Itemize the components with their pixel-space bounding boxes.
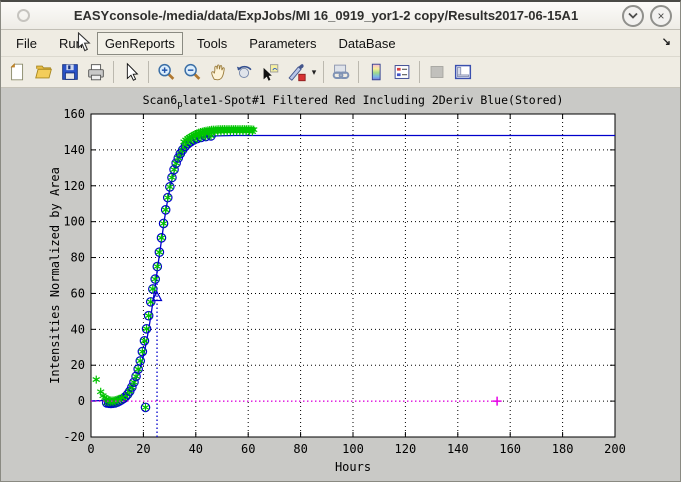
toolbar-separator	[113, 61, 114, 83]
zoom-out-button[interactable]	[179, 59, 205, 85]
svg-text:140: 140	[63, 143, 85, 157]
toolbar-separator	[419, 61, 420, 83]
svg-text:Scan6plate1-Spot#1 Filtered Re: Scan6plate1-Spot#1 Filtered Red Includin…	[143, 93, 564, 110]
toolbar-separator	[323, 61, 324, 83]
print-figure-button[interactable]	[83, 59, 109, 85]
svg-text:40: 40	[189, 442, 203, 456]
svg-text:100: 100	[63, 215, 85, 229]
dock-figure-icon[interactable]: ↘	[662, 35, 671, 48]
hide-plot-tools-icon	[426, 61, 448, 83]
link-chain-icon	[330, 61, 352, 83]
printer-icon	[85, 61, 107, 83]
svg-text:100: 100	[342, 442, 364, 456]
brush-dropdown-icon[interactable]: ▾	[309, 67, 319, 78]
show-plot-tools-button[interactable]	[450, 59, 476, 85]
open-folder-icon	[33, 61, 55, 83]
zoom-in-icon	[155, 61, 177, 83]
minimize-button[interactable]	[622, 5, 644, 27]
save-figure-button[interactable]	[57, 59, 83, 85]
brush-icon	[285, 61, 307, 83]
menubar: File Run GenReports Tools Parameters Dat…	[1, 30, 680, 57]
data-cursor-button[interactable]	[257, 59, 283, 85]
save-icon	[59, 61, 81, 83]
show-plot-tools-icon	[452, 61, 474, 83]
svg-text:Intensities Normalized by Area: Intensities Normalized by Area	[48, 167, 62, 384]
hide-plot-tools-button[interactable]	[424, 59, 450, 85]
window-menu-icon[interactable]	[17, 9, 30, 22]
svg-text:140: 140	[447, 442, 469, 456]
svg-text:120: 120	[395, 442, 417, 456]
svg-text:0: 0	[87, 442, 94, 456]
rotate-icon	[233, 61, 255, 83]
svg-text:40: 40	[71, 322, 85, 336]
svg-text:80: 80	[293, 442, 307, 456]
svg-text:20: 20	[71, 358, 85, 372]
menu-file[interactable]: File	[8, 32, 45, 55]
figure-toolbar: ▾	[1, 57, 680, 88]
brush-button[interactable]	[283, 59, 309, 85]
svg-text:160: 160	[499, 442, 521, 456]
menu-database[interactable]: DataBase	[330, 32, 403, 55]
new-figure-icon	[7, 61, 29, 83]
pan-button[interactable]	[205, 59, 231, 85]
svg-text:160: 160	[63, 107, 85, 121]
menu-run[interactable]: Run	[51, 32, 91, 55]
zoom-in-button[interactable]	[153, 59, 179, 85]
toolbar-separator	[148, 61, 149, 83]
svg-text:60: 60	[241, 442, 255, 456]
new-figure-button[interactable]	[5, 59, 31, 85]
link-plot-button[interactable]	[328, 59, 354, 85]
insert-legend-button[interactable]	[389, 59, 415, 85]
menu-parameters[interactable]: Parameters	[241, 32, 324, 55]
rotate-3d-button[interactable]	[231, 59, 257, 85]
open-file-button[interactable]	[31, 59, 57, 85]
datatip-icon	[259, 61, 281, 83]
titlebar: EASYconsole-/media/data/ExpJobs/MI 16_09…	[1, 2, 680, 30]
svg-text:120: 120	[63, 179, 85, 193]
legend-icon	[391, 61, 413, 83]
insert-colorbar-button[interactable]	[363, 59, 389, 85]
easyconsole-window: EASYconsole-/media/data/ExpJobs/MI 16_09…	[0, 0, 681, 482]
colorbar-icon	[365, 61, 387, 83]
growth-curve-plot: 020406080100120140160180200-200204060801…	[1, 88, 680, 482]
zoom-out-icon	[181, 61, 203, 83]
svg-text:20: 20	[136, 442, 150, 456]
svg-text:60: 60	[71, 286, 85, 300]
pointer-tool-button[interactable]	[118, 59, 144, 85]
svg-text:-20: -20	[63, 430, 85, 444]
svg-text:180: 180	[552, 442, 574, 456]
svg-text:0: 0	[78, 394, 85, 408]
figure-canvas: 020406080100120140160180200-200204060801…	[1, 88, 680, 482]
menu-genreports[interactable]: GenReports	[97, 32, 183, 55]
svg-text:80: 80	[71, 251, 85, 265]
chevron-down-icon	[628, 12, 638, 19]
arrow-pointer-icon	[120, 61, 142, 83]
close-button[interactable]: ×	[650, 5, 672, 27]
svg-text:Hours: Hours	[335, 460, 371, 474]
toolbar-separator	[358, 61, 359, 83]
menu-tools[interactable]: Tools	[189, 32, 235, 55]
hand-icon	[207, 61, 229, 83]
window-title: EASYconsole-/media/data/ExpJobs/MI 16_09…	[30, 8, 622, 23]
svg-text:200: 200	[604, 442, 626, 456]
